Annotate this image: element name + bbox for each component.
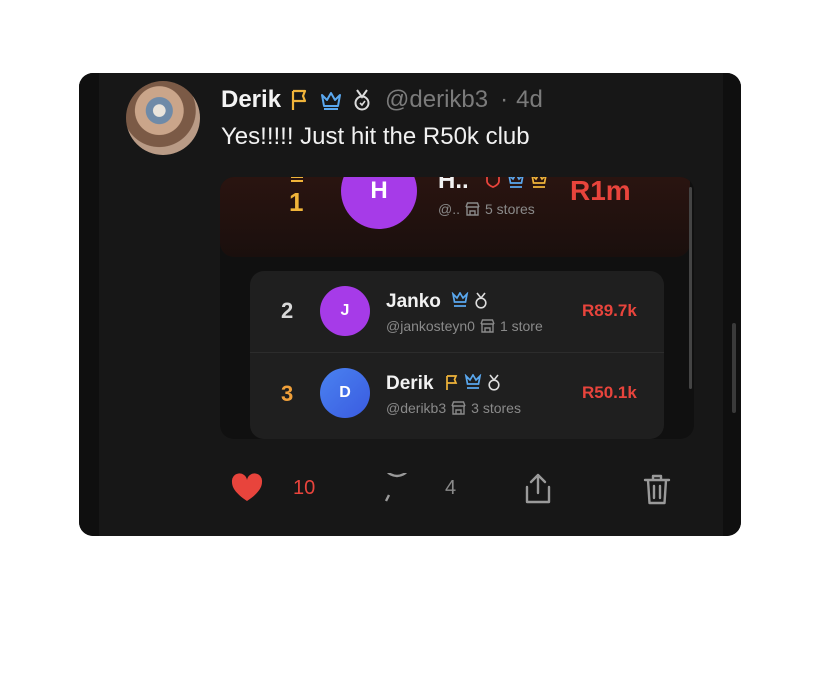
right-edge	[723, 73, 741, 536]
janko-sub: @jankosteyn0 1 store	[386, 318, 543, 334]
delete-button[interactable]	[643, 473, 671, 505]
rank-first: 1	[289, 187, 304, 217]
leaderboard-image[interactable]: 1 H H.. @.. 5 stores R1m 2 J Janko @jank…	[220, 177, 694, 439]
first-name: H..	[438, 177, 469, 194]
store-icon	[465, 202, 480, 216]
first-handle: @..	[438, 201, 460, 217]
janko-stores: 1 store	[499, 318, 543, 334]
post-text: Yes!!!!! Just hit the R50k club	[221, 123, 530, 150]
rank-third: 3	[281, 381, 294, 406]
janko-handle: @jankosteyn0	[386, 318, 475, 334]
trash-icon[interactable]	[643, 473, 671, 505]
author-name[interactable]: Derik	[221, 86, 281, 114]
comment-icon[interactable]	[381, 473, 413, 505]
flag-icon	[289, 88, 311, 112]
crown-small-icon	[290, 177, 304, 185]
heart-icon[interactable]	[231, 473, 263, 503]
shield-icon	[485, 177, 501, 189]
author-handle[interactable]: @derikb3	[385, 86, 488, 114]
share-icon[interactable]	[524, 473, 552, 505]
first-amount: R1m	[570, 177, 631, 206]
janko-avatar: J	[320, 286, 370, 336]
row-divider	[250, 352, 664, 353]
separator-dot: ·	[500, 86, 509, 113]
left-edge	[79, 73, 99, 536]
crown-icon	[507, 177, 525, 189]
first-stores: 5 stores	[485, 201, 535, 217]
rank-second: 2	[281, 298, 294, 323]
embed-scrollbar	[689, 187, 692, 389]
first-sub: @.. 5 stores	[438, 201, 535, 217]
medal-icon	[473, 292, 489, 309]
derik-handle: @derikb3	[386, 400, 447, 416]
like-count: 10	[293, 477, 316, 499]
derik-name: Derik	[386, 373, 434, 394]
derik-avatar: D	[320, 368, 370, 418]
store-icon	[451, 401, 466, 415]
post-header: Derik @derikb3 · 4d	[221, 85, 543, 115]
leaderboard-list: 2 J Janko @jankosteyn0 1 store R89.7k 3 …	[250, 271, 664, 439]
crown-icon	[319, 89, 343, 111]
avatar[interactable]	[126, 81, 200, 155]
janko-amount: R89.7k	[582, 301, 637, 320]
derik-amount: R50.1k	[582, 383, 637, 402]
scrollbar[interactable]	[732, 323, 736, 413]
share-button[interactable]	[524, 473, 552, 505]
post-actions: 10 4	[79, 473, 741, 513]
crown-gold-icon	[530, 177, 548, 189]
comment-button[interactable]	[381, 473, 413, 505]
crown-icon	[464, 374, 482, 390]
crown-icon	[451, 292, 469, 308]
flag-icon	[444, 374, 460, 391]
medal-icon	[351, 88, 373, 112]
like-button[interactable]	[231, 473, 263, 503]
derik-stores: 3 stores	[471, 400, 521, 416]
post-time: 4d	[516, 86, 543, 113]
post-card[interactable]: Derik @derikb3 · 4d Yes!!!!! Just hit th…	[79, 73, 741, 536]
store-icon	[480, 319, 495, 333]
medal-icon	[486, 374, 502, 391]
comment-count: 4	[445, 477, 457, 499]
derik-sub: @derikb3 3 stores	[386, 400, 521, 416]
janko-name: Janko	[386, 291, 441, 312]
